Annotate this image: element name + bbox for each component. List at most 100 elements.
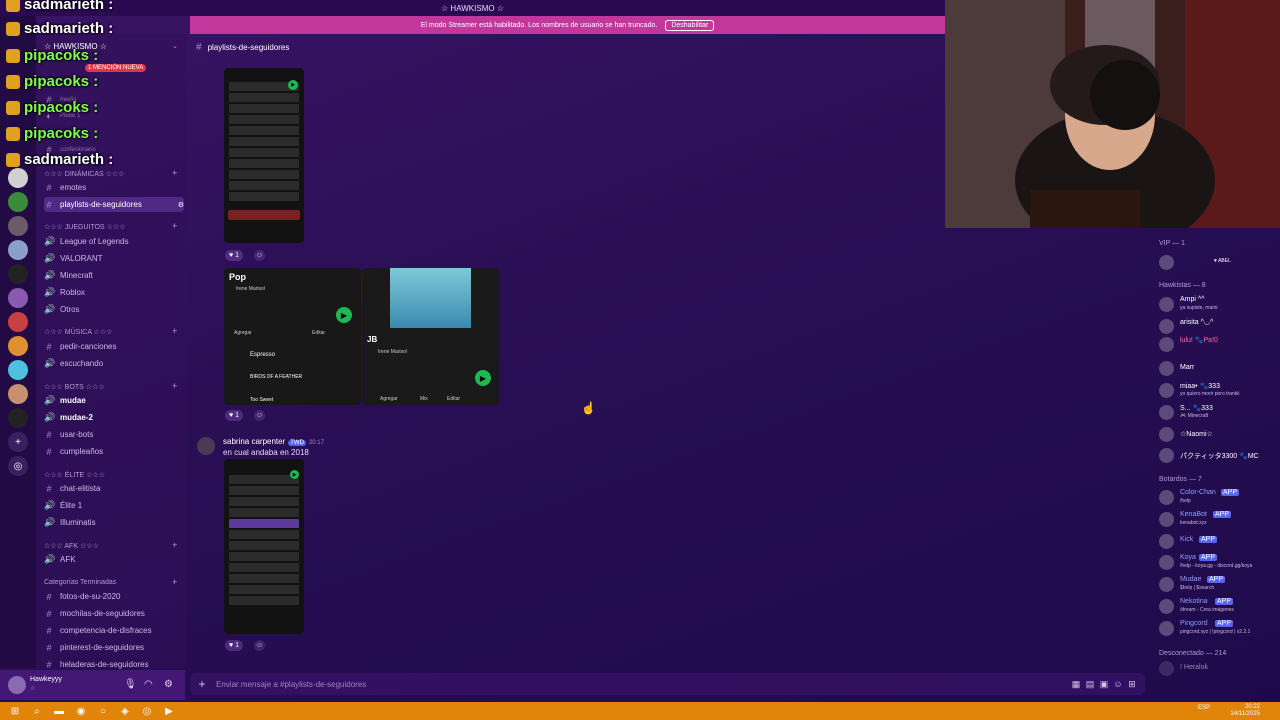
discord-icon[interactable]: ◈ [118, 704, 132, 718]
channel-item[interactable]: # emotes [44, 180, 184, 195]
server-icon[interactable] [8, 288, 28, 308]
message-input[interactable] [214, 678, 1069, 690]
browser-icon[interactable]: ◉ [74, 704, 88, 718]
microphone-icon[interactable]: 🎙 [124, 679, 137, 690]
server-icon[interactable] [8, 264, 28, 284]
member-item[interactable]: lulu! 🐾Pa!0 [1159, 336, 1279, 354]
server-icon[interactable] [8, 384, 28, 404]
server-icon[interactable] [8, 360, 28, 380]
channel-item[interactable]: # competencia-de-disfraces [44, 623, 184, 638]
voice-channel-item[interactable]: 🔊 escuchando [44, 356, 184, 371]
add-reaction-icon[interactable]: ☺ [254, 410, 265, 421]
member-item[interactable]: Kick APP [1159, 533, 1279, 551]
member-item[interactable]: ! Heralok [1159, 660, 1279, 678]
member-item[interactable]: パクティッタ3300 🐾MC [1159, 447, 1279, 465]
chevron-down-icon[interactable]: ⌄ [172, 42, 178, 50]
add-server-icon[interactable]: + [8, 432, 28, 452]
headphones-icon[interactable]: ◠ [144, 679, 153, 690]
member-item[interactable]: S... 🐾333 🎮 Minecraft [1159, 404, 1279, 422]
language-indicator[interactable]: ESP [1198, 705, 1210, 711]
member-item[interactable]: arisita ^◡^ [1159, 318, 1279, 336]
member-item[interactable]: Nekotina APP/dream - Crea imágenes [1159, 598, 1279, 616]
category-header[interactable]: ☆☆☆ JUEGUITOS ☆☆☆ [44, 223, 125, 231]
heart-reaction[interactable]: ♥ 1 [225, 410, 244, 421]
disable-streamer-button[interactable]: Deshabilitar [665, 19, 715, 31]
new-mention-badge[interactable]: 1 MENCIÓN NUEVA [85, 64, 147, 72]
add-reaction-icon[interactable]: ☺ [254, 640, 265, 651]
user-name[interactable]: Hawkeyyy [30, 676, 62, 683]
category-header[interactable]: ☆☆☆ AFK ☆☆☆ [44, 542, 99, 550]
attachment-image[interactable]: ▶ [224, 68, 304, 243]
server-icon[interactable] [8, 192, 28, 212]
member-item[interactable]: miaa• 🐾333 yo quiero morir pero trankii [1159, 382, 1279, 400]
avatar[interactable] [8, 676, 26, 694]
settings-gear-icon[interactable]: ⚙ [164, 679, 173, 690]
server-icon[interactable] [8, 168, 28, 188]
member-item[interactable]: Ampi ^^ ya supiste, mami [1159, 296, 1279, 314]
channel-item-active[interactable]: # playlists-de-seguidores ⚙ [44, 197, 184, 212]
emoji-icon[interactable]: ☺ [1111, 679, 1125, 689]
message-author[interactable]: sabrina carpenter TWD 20:17 [223, 437, 324, 446]
voice-channel-item[interactable]: 🔊 Roblox [44, 285, 184, 300]
search-icon[interactable]: ⌕ [30, 704, 44, 718]
youtube-icon[interactable]: ▶ [162, 704, 176, 718]
channel-item[interactable]: # cumpleaños [44, 444, 184, 459]
attach-plus-icon[interactable]: + [190, 677, 214, 691]
avatar[interactable] [197, 437, 215, 455]
windows-start-icon[interactable]: ⊞ [8, 704, 22, 718]
member-item[interactable]: Koya APP/help - koya.gg - discord.gg/koya [1159, 554, 1279, 572]
voice-channel-item[interactable]: 🔊 Minecraft [44, 268, 184, 283]
server-icon[interactable] [8, 312, 28, 332]
heart-reaction[interactable]: ♥ 1 [225, 250, 244, 261]
opera-icon[interactable]: ○ [96, 704, 110, 718]
add-channel-icon[interactable]: + [172, 540, 177, 550]
server-icon[interactable] [8, 336, 28, 356]
add-channel-icon[interactable]: + [172, 381, 177, 391]
member-item[interactable]: Marr [1159, 360, 1279, 378]
apps-icon[interactable]: ⊞ [1125, 679, 1139, 690]
category-header[interactable]: Categorías Terminadas [44, 579, 116, 586]
category-header[interactable]: ☆☆☆ BOTS ☆☆☆ [44, 383, 105, 391]
member-item[interactable]: Mudae APP $help | $search [1159, 576, 1279, 594]
member-item[interactable]: Pingcord APP pingcord.xyz | !pingcord | v2… [1159, 620, 1279, 638]
add-channel-icon[interactable]: + [172, 168, 177, 178]
channel-item[interactable]: # usar-bots [44, 427, 184, 442]
category-header[interactable]: ☆☆☆ DINÁMICAS ☆☆☆ [44, 170, 124, 178]
voice-channel-item[interactable]: 🔊 Illuminatis [44, 515, 184, 530]
add-reaction-icon[interactable]: ☺ [254, 250, 265, 261]
voice-channel-item[interactable]: 🔊 League of Legends [44, 234, 184, 249]
channel-item[interactable]: # fotos-de-su-2020 [44, 589, 184, 604]
member-item[interactable]: ♥ ABEL [1159, 254, 1279, 272]
add-channel-icon[interactable]: + [172, 326, 177, 336]
gift-icon[interactable]: ▦ [1069, 679, 1083, 690]
attachment-image[interactable]: Pop Irene Marisol ▶ Agregar Editar Espre… [224, 268, 361, 405]
voice-channel-item[interactable]: 🔊 mudae [44, 393, 184, 408]
settings-gear-icon[interactable]: ⚙ [178, 201, 184, 209]
channel-item[interactable]: # chat-elitista [44, 481, 184, 496]
category-header[interactable]: ☆☆☆ ÉLITE ☆☆☆ [44, 471, 105, 479]
attachment-image[interactable]: JB Irene Marisol ▶ Agregar Mix Editar [362, 268, 499, 405]
server-icon[interactable] [8, 408, 28, 428]
voice-channel-item[interactable]: 🔊 Élite 1 [44, 498, 184, 513]
channel-item[interactable]: # mochilas-de-seguidores [44, 606, 184, 621]
voice-channel-item[interactable]: 🔊 AFK [44, 552, 184, 567]
attachment-image[interactable]: ▶ [224, 459, 304, 634]
member-item[interactable]: KenaBot APP kenabot.xyz [1159, 511, 1279, 529]
taskbar-clock[interactable]: 20:22 14/11/2025 [1230, 704, 1260, 718]
server-icon[interactable] [8, 240, 28, 260]
add-channel-icon[interactable]: + [172, 577, 177, 587]
voice-channel-item[interactable]: 🔊 mudae-2 [44, 410, 184, 425]
sticker-icon[interactable]: ▣ [1097, 679, 1111, 690]
server-icon[interactable] [8, 216, 28, 236]
obs-icon[interactable]: ◎ [140, 704, 154, 718]
channel-item[interactable]: # pinterest-de-seguidores [44, 640, 184, 655]
category-header[interactable]: ☆☆☆ MÚSICA ☆☆☆ [44, 328, 112, 336]
folder-icon[interactable]: ▬ [52, 704, 66, 718]
heart-reaction[interactable]: ♥ 1 [225, 640, 244, 651]
voice-channel-item[interactable]: 🔊 Otros [44, 302, 184, 317]
gif-icon[interactable]: ▤ [1083, 679, 1097, 690]
discover-icon[interactable]: ◎ [8, 456, 28, 476]
member-item[interactable]: ☆Naomi☆ [1159, 426, 1279, 444]
member-item[interactable]: Color-Chan APP/help [1159, 489, 1279, 507]
channel-item[interactable]: # pedir-canciones [44, 339, 184, 354]
